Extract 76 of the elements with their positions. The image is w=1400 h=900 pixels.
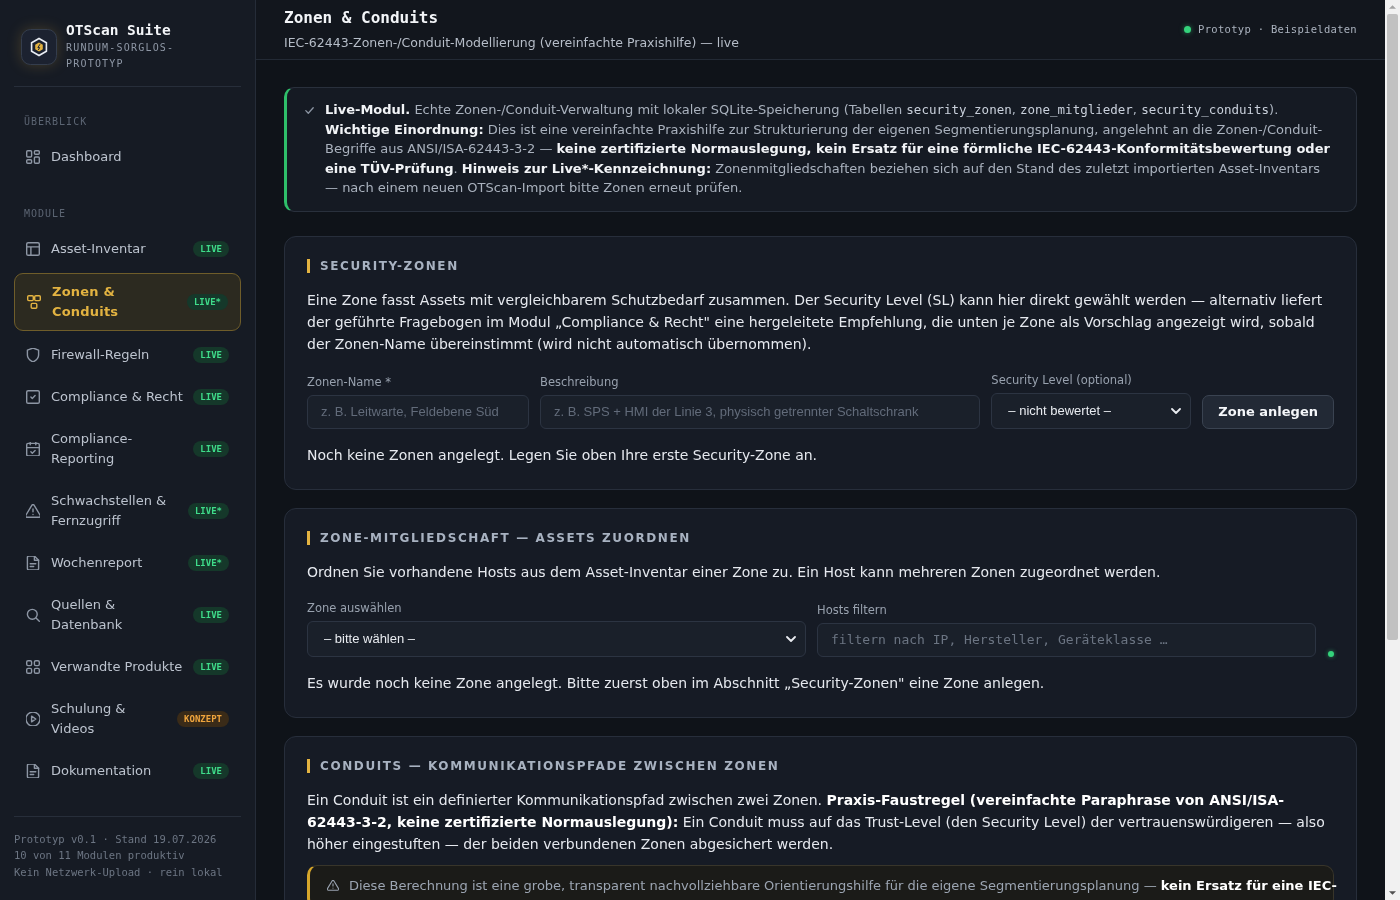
status-badge: LIVE: [193, 763, 229, 779]
document-icon: [26, 556, 40, 570]
sidebar-item[interactable]: Wochenreport LIVE*: [14, 545, 241, 581]
status-badge: LIVE: [193, 347, 229, 363]
warning-text: Diese Berechnung ist eine grobe, transparent nachvollziehbare Orientierungshilfe für die eigene Segmentierungsplanung — kein Ersatz für eine IEC-: [349, 876, 1337, 895]
document-icon: [26, 764, 40, 778]
check-icon: [305, 107, 314, 114]
shield-icon: [26, 348, 40, 362]
sidebar-item[interactable]: Dokumentation LIVE: [14, 753, 241, 789]
status-badge: LIVE*: [187, 555, 229, 571]
brand-subtitle: RUNDUM-SORGLOS-PROTOTYP: [66, 41, 176, 71]
section-heading: SECURITY-ZONEN: [307, 258, 459, 273]
sidebar-item[interactable]: Compliance-Reporting LIVE: [14, 421, 241, 477]
page-subtitle: IEC-62443-Zonen-/Conduit-Modellierung (vereinfachte Praxishilfe) — live: [284, 34, 739, 52]
chevron-down-icon: [1171, 407, 1182, 414]
square-check-icon: [26, 390, 40, 404]
status-badge: LIVE*: [187, 503, 229, 519]
status-dot-icon: [1328, 650, 1334, 657]
dashboard-icon: [26, 150, 40, 164]
warning-icon: [327, 879, 339, 891]
sidebar-item[interactable]: Quellen & Datenbank LIVE: [14, 587, 241, 643]
status-badge: KONZEPT: [177, 711, 229, 727]
footer-text: 10 von 11 Modulen produktiv: [14, 848, 185, 863]
section-description: Ordnen Sie vorhandene Hosts aus dem Asset-Inventar einer Zone zu. Ein Host kann mehreren Zonen zugeordnet werden.: [307, 562, 1162, 582]
scroll-up-icon[interactable]: [1389, 5, 1396, 9]
sidebar-item[interactable]: Schwachstellen & Fernzugriff LIVE*: [14, 483, 241, 539]
section-description: Ein Conduit ist ein definierter Kommunikationspfad zwischen zwei Zonen. Praxis-Faustregel (vereinfachte Paraphrase von ANSI/ISA-62443-3-2, keine zertifizierte Normauslegung): Ein Conduit muss auf das Trust-Level (den Security Level) der vertrauenswürdigeren — also höher eingestuften — der beiden verbundenen Zonen abgesichert werden.: [307, 790, 1326, 854]
field-label: Zone auswählen: [307, 600, 402, 615]
status-badge: LIVE: [193, 441, 229, 457]
scrollbar[interactable]: [1385, 0, 1400, 900]
text-field[interactable]: z. B. SPS + HMI der Linie 3, physisch getrennter Schaltschrank: [540, 394, 981, 429]
grid-icon: [26, 660, 40, 674]
dropdown-field[interactable]: – bitte wählen –: [307, 620, 806, 657]
create-button[interactable]: Zone anlegen: [1202, 394, 1334, 429]
table-icon: [26, 242, 40, 256]
three-boxes-icon: [27, 295, 41, 309]
page-title: Zonen & Conduits: [284, 8, 439, 28]
scrollbar-thumb[interactable]: [1387, 14, 1398, 640]
sidebar-item[interactable]: Schulung & Videos KONZEPT: [14, 691, 241, 747]
brand-title: OTScan Suite: [66, 21, 172, 39]
status-text: Prototyp · Beispieldaten: [1198, 22, 1357, 36]
sidebar-section-heading: MODULE: [23, 207, 67, 221]
footer-text: Prototyp v0.1 · Stand 19.07.2026: [14, 831, 217, 847]
search-icon: [26, 608, 40, 622]
text-field[interactable]: z. B. Leitwarte, Feldebene Süd: [307, 394, 529, 429]
sidebar-item[interactable]: Asset-Inventar LIVE: [14, 231, 241, 267]
info-text: Live-Modul. Echte Zonen-/Conduit-Verwaltung mit lokaler SQLite-Speicherung (Tabellen security_zonen, zone_mitglieder, security_conduits). Wichtige Einordnung: Dies ist eine vereinfachte Praxishilfe zur Strukturierung der eigenen Segmentierungsplanung, angelehnt an die Zonen-/Conduit-Begriffe aus ANSI/ISA-62443-3-2 — keine zertifizierte Normauslegung, kein Ersatz für eine förmliche IEC-62443-Konformitätsbewertung oder eine TÜV-Prüfung. Hinweis zur Live*-Kennzeichnung: Zonenmitgliedschaften beziehen sich auf den Stand des zuletzt importierten Asset-Inventars — nach einem neuen OTScan-Import bitte Zonen erneut prüfen.: [325, 101, 1331, 197]
field-label: Beschreibung: [540, 374, 619, 389]
footer-text: Kein Netzwerk-Upload · rein lokal: [14, 864, 223, 880]
sidebar-section-heading: ÜBERBLICK: [23, 115, 88, 129]
dropdown-field[interactable]: – nicht bewertet –: [991, 392, 1192, 429]
field-label: Zonen-Name *: [307, 374, 392, 389]
status-badge: LIVE: [193, 241, 229, 257]
warning-triangle-icon: [26, 504, 40, 518]
sidebar-item[interactable]: Zonen & Conduits LIVE*: [14, 273, 241, 331]
hexagon-logo-icon: [21, 29, 57, 65]
status-badge: LIVE: [193, 659, 229, 675]
status-dot-icon: [1184, 25, 1192, 33]
calendar-check-icon: [26, 442, 40, 456]
status-badge: LIVE: [193, 607, 229, 623]
field-label: Hosts filtern: [817, 602, 887, 617]
filter-field[interactable]: filtern nach IP, Hersteller, Geräteklasse …: [817, 622, 1316, 657]
section-heading: CONDUITS — KOMMUNIKATIONSPFADE ZWISCHEN ZONEN: [307, 758, 780, 773]
sidebar-item[interactable]: Compliance & Recht LIVE: [14, 379, 241, 415]
sidebar-item[interactable]: Verwandte Produkte LIVE: [14, 649, 241, 685]
sidebar-item[interactable]: Firewall-Regeln LIVE: [14, 337, 241, 373]
section-heading: ZONE-MITGLIEDSCHAFT — ASSETS ZUORDNEN: [307, 530, 691, 545]
empty-state-text: Noch keine Zonen angelegt. Legen Sie oben Ihre erste Security-Zone an.: [307, 445, 819, 465]
status-badge: LIVE: [193, 389, 229, 405]
status-badge: LIVE*: [186, 294, 228, 310]
section-description: Eine Zone fasst Assets mit vergleichbarem Schutzbedarf zusammen. Der Security Level (SL) kann hier direkt gewählt werden — alternativ liefert der geführte Fragebogen im Modul „Compliance & Recht" eine hergeleitete Empfehlung, die unten je Zone als Vorschlag angezeigt wird, sobald der Zonen-Name übereinstimmt (wird nicht automatisch übernommen).: [307, 290, 1324, 354]
scroll-down-icon[interactable]: [1389, 891, 1396, 895]
sidebar-item[interactable]: Dashboard: [14, 139, 241, 175]
empty-state-text: Es wurde noch keine Zone angelegt. Bitte zuerst oben im Abschnitt „Security-Zonen" eine Zone anlegen.: [307, 673, 1046, 693]
field-label: Security Level (optional): [991, 372, 1132, 387]
chevron-down-icon: [786, 635, 796, 642]
